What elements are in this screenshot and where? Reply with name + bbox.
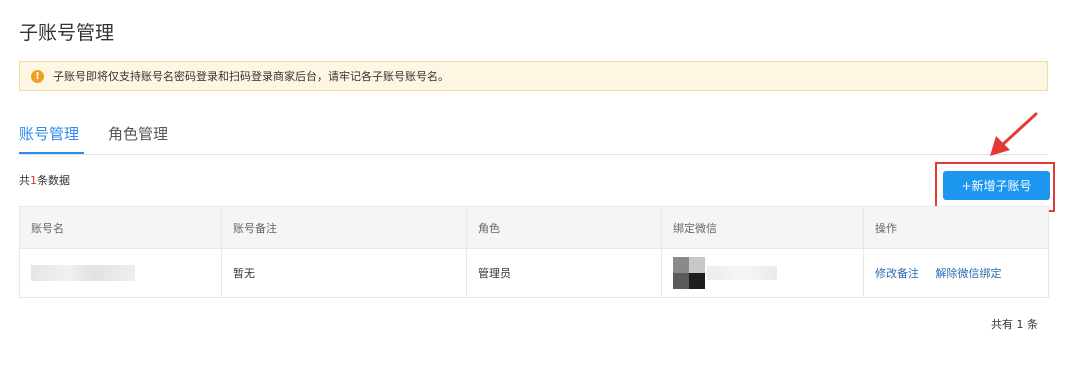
record-count: 共1条数据 [19, 172, 70, 188]
table-header-row: 账号名 账号备注 角色 绑定微信 操作 [19, 206, 1049, 249]
annotation-arrow [990, 112, 1038, 156]
cell-account-name [19, 248, 222, 298]
unbind-wechat-link[interactable]: 解除微信绑定 [936, 267, 1002, 280]
column-header-role: 角色 [466, 206, 662, 249]
tab-role-management[interactable]: 角色管理 [108, 123, 168, 154]
cell-wechat [661, 248, 864, 298]
edit-remark-link[interactable]: 修改备注 [875, 267, 919, 280]
subaccount-table: 账号名 账号备注 角色 绑定微信 操作 暂无 管理员 修改备注 解除微信绑定 [19, 206, 1049, 298]
pagination-total: 共有 1 条 [991, 318, 1038, 331]
cell-remark: 暂无 [221, 248, 467, 298]
record-count-suffix: 条数据 [37, 174, 70, 187]
redacted-wechat-name [707, 266, 777, 280]
notice-banner: ! 子账号即将仅支持账号名密码登录和扫码登录商家后台，请牢记各子账号账号名。 [19, 61, 1048, 91]
add-subaccount-button[interactable]: +新增子账号 [943, 171, 1050, 200]
column-header-remark: 账号备注 [221, 206, 467, 249]
record-count-prefix: 共 [19, 174, 30, 187]
warning-icon: ! [31, 69, 44, 83]
wechat-avatar [673, 257, 705, 289]
page-title: 子账号管理 [19, 22, 115, 44]
redacted-account-name [31, 265, 135, 281]
column-header-account-name: 账号名 [19, 206, 222, 249]
record-count-number: 1 [30, 174, 37, 187]
cell-role: 管理员 [466, 248, 662, 298]
tab-account-management[interactable]: 账号管理 [19, 123, 84, 154]
notice-text: 子账号即将仅支持账号名密码登录和扫码登录商家后台，请牢记各子账号账号名。 [53, 70, 449, 83]
column-header-wechat: 绑定微信 [661, 206, 864, 249]
column-header-actions: 操作 [863, 206, 1049, 249]
tab-bar: 账号管理 角色管理 [19, 118, 1048, 155]
cell-actions: 修改备注 解除微信绑定 [863, 248, 1049, 298]
table-row: 暂无 管理员 修改备注 解除微信绑定 [19, 248, 1049, 298]
